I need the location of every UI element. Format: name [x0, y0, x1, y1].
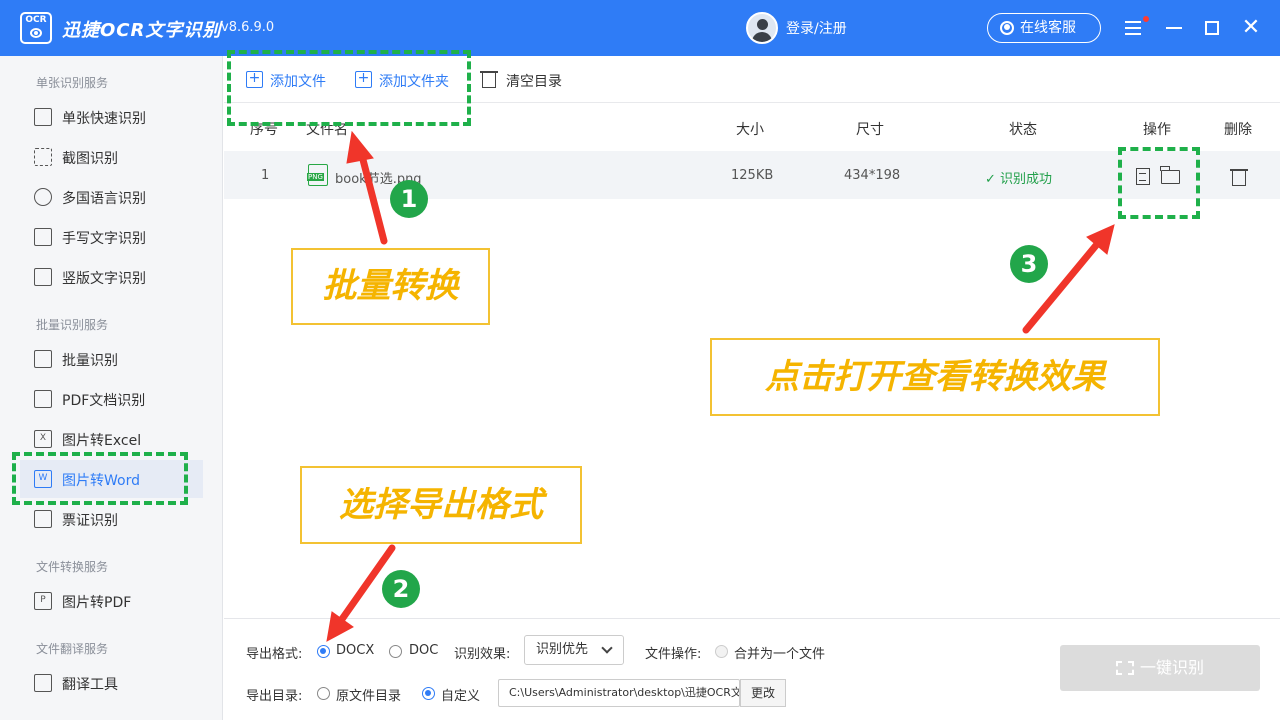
row-dims: 434*198	[844, 168, 901, 183]
online-service-label: 在线客服	[1020, 20, 1076, 36]
col-size: 大小	[736, 122, 764, 138]
sidebar-item-label: 图片转Excel	[62, 433, 142, 449]
effect-select[interactable]: 识别优先	[524, 635, 624, 665]
pdf-icon	[34, 390, 52, 408]
copy-icon	[34, 350, 52, 368]
step-badge-3: 3	[1010, 245, 1048, 283]
sidebar-item-label: 图片转PDF	[62, 595, 132, 611]
sidebar-item-label: 截图识别	[62, 151, 118, 167]
user-icon	[1000, 21, 1014, 35]
section-batch: 批量识别服务	[36, 318, 109, 332]
export-settings: 导出格式: DOCX DOC 识别效果: 识别优先 文件操作: 合并为一个文件 …	[224, 618, 1280, 720]
dir-label: 导出目录:	[246, 689, 303, 704]
radio-docx[interactable]	[317, 645, 330, 658]
format-label: 导出格式:	[246, 647, 303, 662]
option-doc[interactable]: DOC	[409, 643, 438, 658]
highlight-actions	[1118, 147, 1200, 219]
option-docx[interactable]: DOCX	[336, 643, 374, 658]
sidebar-item-to-pdf[interactable]: P 图片转PDF	[20, 582, 203, 620]
menu-icon[interactable]	[1121, 14, 1149, 42]
sidebar-item-handwriting[interactable]: 手写文字识别	[20, 218, 203, 256]
clear-list-label: 清空目录	[506, 74, 562, 90]
row-size: 125KB	[731, 168, 774, 183]
step-badge-2: 2	[382, 570, 420, 608]
sidebar-item-label: 竖版文字识别	[62, 271, 146, 287]
sidebar-item-vertical[interactable]: 竖版文字识别	[20, 258, 203, 296]
sidebar: 单张识别服务 单张快速识别 截图识别 多国语言识别 手写文字识别 竖版文字识别 …	[0, 56, 223, 720]
option-custom-dir[interactable]: 自定义	[441, 685, 480, 704]
vertical-text-icon	[34, 268, 52, 286]
trash-icon	[480, 71, 498, 88]
radio-source-dir[interactable]	[317, 687, 330, 700]
app-logo: OCR	[20, 12, 52, 44]
notification-dot	[1143, 16, 1149, 22]
avatar[interactable]	[746, 12, 778, 44]
crop-icon	[34, 148, 52, 166]
eye-icon	[30, 28, 42, 38]
delete-row-icon[interactable]	[1230, 169, 1248, 186]
callout-format: 选择导出格式	[300, 466, 582, 544]
sidebar-item-ticket[interactable]: 票证识别	[20, 500, 203, 538]
radio-custom-dir[interactable]	[422, 687, 435, 700]
row-index: 1	[261, 168, 270, 183]
col-delete: 删除	[1224, 122, 1252, 138]
close-icon[interactable]: ✕	[1237, 14, 1265, 42]
highlight-word-item	[12, 452, 188, 505]
logo-text: OCR	[25, 15, 47, 25]
col-dims: 尺寸	[856, 122, 884, 138]
effect-value: 识别优先	[536, 642, 589, 657]
maximize-icon[interactable]	[1198, 14, 1226, 42]
radio-doc[interactable]	[389, 645, 402, 658]
sidebar-item-batch[interactable]: 批量识别	[20, 340, 203, 378]
col-status: 状态	[1009, 122, 1037, 138]
translate-icon	[34, 674, 52, 692]
section-convert: 文件转换服务	[36, 560, 109, 574]
online-service-button[interactable]: 在线客服	[987, 13, 1101, 43]
file-op-label: 文件操作:	[645, 647, 702, 662]
sidebar-item-label: 单张快速识别	[62, 111, 146, 127]
pen-icon	[34, 228, 52, 246]
start-label: 一键识别	[1139, 658, 1204, 677]
file-type-label: PNG	[307, 173, 324, 181]
change-path-button[interactable]: 更改	[740, 679, 786, 707]
sidebar-item-multilang[interactable]: 多国语言识别	[20, 178, 203, 216]
sidebar-item-label: 多国语言识别	[62, 191, 146, 207]
merge-label[interactable]: 合并为一个文件	[734, 643, 825, 662]
sidebar-item-label: 手写文字识别	[62, 231, 146, 247]
section-single: 单张识别服务	[36, 76, 109, 90]
sidebar-item-pdf[interactable]: PDF文档识别	[20, 380, 203, 418]
pdf-file-icon: P	[34, 592, 52, 610]
step-badge-1: 1	[390, 180, 428, 218]
export-path-input[interactable]: C:\Users\Administrator\desktop\迅捷OCR文字识别	[498, 679, 740, 707]
login-link[interactable]: 登录/注册	[786, 18, 847, 38]
scan-icon	[1115, 661, 1134, 675]
highlight-add-buttons	[227, 50, 471, 126]
app-title: 迅捷OCR文字识别	[62, 20, 222, 41]
section-translate: 文件翻译服务	[36, 642, 109, 656]
sidebar-item-quick[interactable]: 单张快速识别	[20, 98, 203, 136]
ticket-icon	[34, 510, 52, 528]
sidebar-item-label: 票证识别	[62, 513, 118, 529]
option-source-dir[interactable]: 原文件目录	[336, 685, 401, 704]
col-action: 操作	[1143, 122, 1171, 138]
start-recognition-button[interactable]: 一键识别	[1060, 645, 1260, 691]
globe-icon	[34, 188, 52, 206]
app-version: v8.6.9.0	[221, 20, 275, 35]
sidebar-item-translate[interactable]: 翻译工具	[20, 664, 203, 702]
callout-open: 点击打开查看转换效果	[710, 338, 1160, 416]
callout-batch: 批量转换	[291, 248, 490, 325]
sidebar-item-label: PDF文档识别	[62, 393, 146, 409]
sidebar-item-label: 批量识别	[62, 353, 118, 369]
chevron-down-icon	[601, 642, 613, 654]
png-file-icon: PNG	[307, 164, 328, 186]
sidebar-item-screenshot[interactable]: 截图识别	[20, 138, 203, 176]
quick-scan-icon	[34, 108, 52, 126]
minimize-icon[interactable]	[1160, 14, 1188, 42]
row-status: ✓ 识别成功	[985, 172, 1053, 187]
merge-checkbox[interactable]	[715, 645, 728, 658]
sidebar-item-label: 翻译工具	[62, 677, 118, 693]
effect-label: 识别效果:	[454, 647, 511, 662]
excel-icon: X	[34, 430, 52, 448]
title-bar: OCR 迅捷OCR文字识别 v8.6.9.0 登录/注册 在线客服 ✕	[0, 0, 1280, 56]
